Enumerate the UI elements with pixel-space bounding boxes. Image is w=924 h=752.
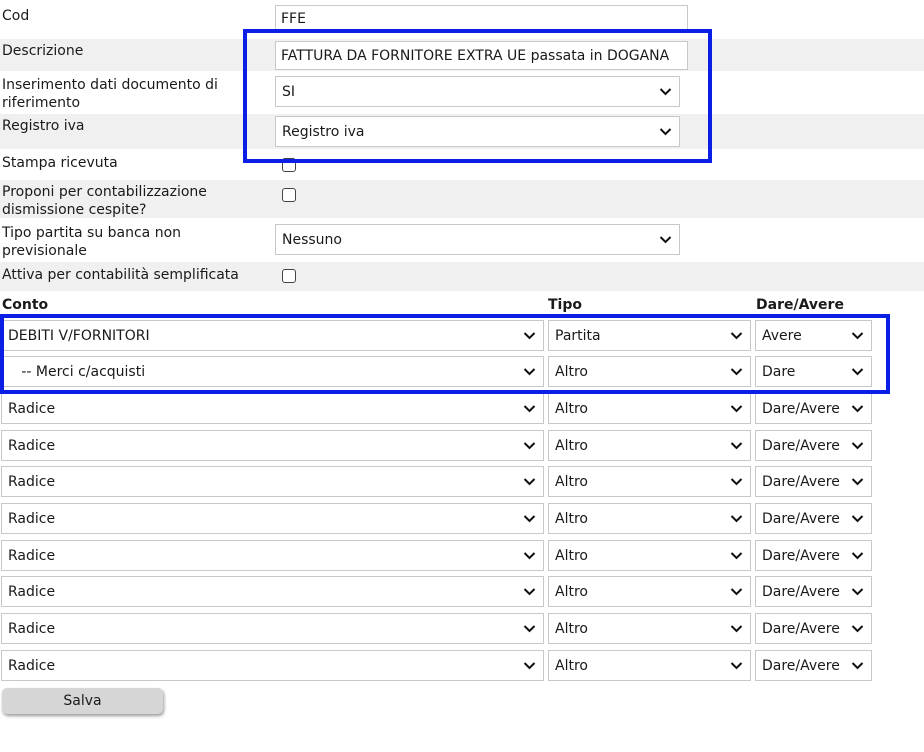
dare-avere-select[interactable]: Dare/Avere xyxy=(755,503,872,534)
header-tipo: Tipo xyxy=(548,297,582,313)
tipo-partita-label-line2: previsionale xyxy=(2,243,87,259)
conto-select-value: Radice xyxy=(8,583,56,600)
chevron-down-icon xyxy=(523,515,536,523)
chevron-down-icon xyxy=(730,478,743,486)
dare-avere-select[interactable]: Dare/Avere xyxy=(755,430,872,461)
tipo-select-value: Altro xyxy=(555,620,588,637)
semplificata-checkbox[interactable] xyxy=(282,269,296,283)
descrizione-label: Descrizione xyxy=(2,43,84,59)
chevron-down-icon xyxy=(730,405,743,413)
chevron-down-icon xyxy=(730,515,743,523)
highlight-box-rows xyxy=(0,314,890,394)
dare-avere-select-value: Dare/Avere xyxy=(762,547,840,564)
conto-select-value: Radice xyxy=(8,547,56,564)
tipo-select-value: Altro xyxy=(555,657,588,674)
tipo-select[interactable]: Altro xyxy=(548,576,751,607)
registro-label: Registro iva xyxy=(2,118,85,134)
conto-select[interactable]: Radice xyxy=(1,540,544,571)
highlight-box-top xyxy=(243,29,712,163)
chevron-down-icon xyxy=(659,236,672,244)
chevron-down-icon xyxy=(851,662,864,670)
chevron-down-icon xyxy=(523,625,536,633)
tipo-select-value: Altro xyxy=(555,437,588,454)
dare-avere-select-value: Dare/Avere xyxy=(762,620,840,637)
dare-avere-select-value: Dare/Avere xyxy=(762,400,840,417)
conto-select-value: Radice xyxy=(8,437,56,454)
chevron-down-icon xyxy=(523,405,536,413)
chevron-down-icon xyxy=(523,662,536,670)
dare-avere-select-value: Dare/Avere xyxy=(762,583,840,600)
header-dare-avere: Dare/Avere xyxy=(756,297,844,313)
proponi-checkbox[interactable] xyxy=(282,188,296,202)
chevron-down-icon xyxy=(523,552,536,560)
cod-label: Cod xyxy=(2,8,30,24)
conto-select[interactable]: Radice xyxy=(1,503,544,534)
chevron-down-icon xyxy=(851,442,864,450)
chevron-down-icon xyxy=(851,625,864,633)
dare-avere-select-value: Dare/Avere xyxy=(762,657,840,674)
tipo-partita-select[interactable]: Nessuno xyxy=(275,224,680,255)
chevron-down-icon xyxy=(851,405,864,413)
chevron-down-icon xyxy=(523,588,536,596)
tipo-select[interactable]: Altro xyxy=(548,540,751,571)
conto-select[interactable]: Radice xyxy=(1,393,544,424)
save-button[interactable]: Salva xyxy=(2,688,163,714)
conto-select[interactable]: Radice xyxy=(1,650,544,681)
tipo-partita-select-value: Nessuno xyxy=(282,231,342,248)
tipo-select[interactable]: Altro xyxy=(548,430,751,461)
tipo-select-value: Altro xyxy=(555,510,588,527)
chevron-down-icon xyxy=(851,588,864,596)
tipo-select-value: Altro xyxy=(555,473,588,490)
dare-avere-select[interactable]: Dare/Avere xyxy=(755,613,872,644)
dare-avere-select[interactable]: Dare/Avere xyxy=(755,466,872,497)
dare-avere-select[interactable]: Dare/Avere xyxy=(755,540,872,571)
conto-select-value: Radice xyxy=(8,620,56,637)
dare-avere-select[interactable]: Dare/Avere xyxy=(755,393,872,424)
chevron-down-icon xyxy=(730,442,743,450)
tipo-select-value: Altro xyxy=(555,400,588,417)
chevron-down-icon xyxy=(730,552,743,560)
dare-avere-select-value: Dare/Avere xyxy=(762,437,840,454)
conto-select[interactable]: Radice xyxy=(1,613,544,644)
dare-avere-select-value: Dare/Avere xyxy=(762,473,840,490)
conto-select[interactable]: Radice xyxy=(1,430,544,461)
dare-avere-select[interactable]: Dare/Avere xyxy=(755,650,872,681)
tipo-select[interactable]: Altro xyxy=(548,466,751,497)
conto-select[interactable]: Radice xyxy=(1,466,544,497)
proponi-label-line2: dismissione cespite? xyxy=(2,202,147,218)
tipo-select-value: Altro xyxy=(555,583,588,600)
tipo-select[interactable]: Altro xyxy=(548,393,751,424)
tipo-select[interactable]: Altro xyxy=(548,650,751,681)
inserimento-label-line2: riferimento xyxy=(2,95,81,111)
conto-select-value: Radice xyxy=(8,657,56,674)
chevron-down-icon xyxy=(730,588,743,596)
conto-select-value: Radice xyxy=(8,510,56,527)
header-conto: Conto xyxy=(2,297,49,313)
inserimento-label-line1: Inserimento dati documento di xyxy=(2,77,218,93)
conto-select[interactable]: Radice xyxy=(1,576,544,607)
chevron-down-icon xyxy=(730,625,743,633)
tipo-select[interactable]: Altro xyxy=(548,503,751,534)
tipo-select-value: Altro xyxy=(555,547,588,564)
stampa-label: Stampa ricevuta xyxy=(2,155,118,171)
tipo-select[interactable]: Altro xyxy=(548,613,751,644)
dare-avere-select[interactable]: Dare/Avere xyxy=(755,576,872,607)
chevron-down-icon xyxy=(523,478,536,486)
semplificata-label: Attiva per contabilità semplificata xyxy=(2,267,239,283)
chevron-down-icon xyxy=(851,552,864,560)
tipo-partita-label-line1: Tipo partita su banca non xyxy=(2,225,182,241)
chevron-down-icon xyxy=(730,662,743,670)
dare-avere-select-value: Dare/Avere xyxy=(762,510,840,527)
conto-select-value: Radice xyxy=(8,473,56,490)
conto-select-value: Radice xyxy=(8,400,56,417)
chevron-down-icon xyxy=(851,478,864,486)
chevron-down-icon xyxy=(523,442,536,450)
proponi-label-line1: Proponi per contabilizzazione xyxy=(2,184,207,200)
chevron-down-icon xyxy=(851,515,864,523)
